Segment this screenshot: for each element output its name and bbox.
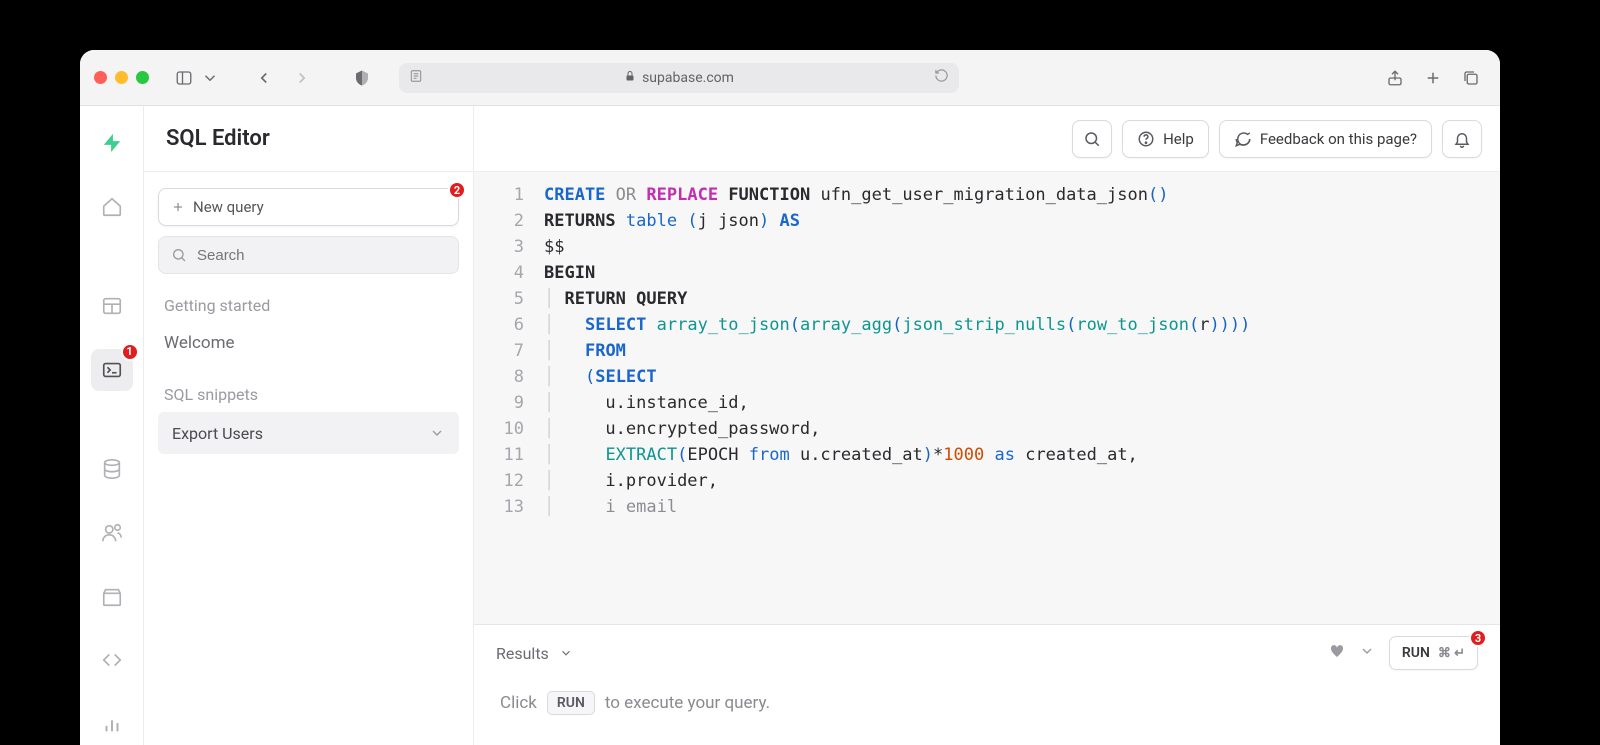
maximize-window[interactable]: [136, 71, 149, 84]
annotation-badge-2: 2: [448, 181, 466, 199]
run-button[interactable]: RUN ⌘ ↵ 3: [1389, 636, 1478, 670]
nav-auth-icon[interactable]: [91, 512, 133, 554]
heart-icon[interactable]: [1329, 643, 1345, 663]
new-query-label: New query: [193, 198, 264, 216]
nav-edge-functions-icon[interactable]: [91, 640, 133, 682]
nav-database-icon[interactable]: [91, 449, 133, 491]
feedback-button[interactable]: Feedback on this page?: [1219, 120, 1432, 158]
supabase-logo-icon[interactable]: [91, 122, 133, 164]
hint-suffix: to execute your query.: [605, 693, 770, 713]
shield-icon[interactable]: [347, 63, 377, 93]
notifications-button[interactable]: [1442, 120, 1482, 158]
feedback-label: Feedback on this page?: [1260, 130, 1417, 148]
new-query-button[interactable]: New query 2: [158, 188, 459, 226]
help-button[interactable]: Help: [1122, 120, 1209, 158]
address-bar[interactable]: supabase.com: [399, 63, 959, 93]
annotation-badge-3: 3: [1469, 629, 1487, 647]
nav-sql-editor-icon[interactable]: 1: [91, 349, 133, 391]
chevron-down-icon[interactable]: [1359, 643, 1375, 663]
chevron-down-icon: [429, 425, 445, 441]
chevron-down-icon[interactable]: [201, 63, 219, 93]
sidebar: SQL Editor New query 2 Getting started W…: [144, 106, 474, 745]
reader-icon: [409, 69, 423, 87]
nav-reports-icon[interactable]: [91, 703, 133, 745]
new-tab-icon[interactable]: [1418, 63, 1448, 93]
code-content[interactable]: CREATE OR REPLACE FUNCTION ufn_get_user_…: [538, 172, 1250, 624]
snippet-export-users[interactable]: Export Users: [158, 412, 459, 454]
sidebar-toggle-icon[interactable]: [169, 63, 199, 93]
results-tab[interactable]: Results: [496, 644, 573, 663]
forward-icon[interactable]: [287, 63, 317, 93]
browser-chrome: supabase.com: [80, 50, 1500, 106]
hint-prefix: Click: [500, 693, 537, 713]
line-gutter: 12345678910111213: [474, 172, 538, 624]
reload-icon[interactable]: [934, 68, 949, 87]
close-window[interactable]: [94, 71, 107, 84]
tabs-icon[interactable]: [1456, 63, 1486, 93]
code-editor[interactable]: 12345678910111213 CREATE OR REPLACE FUNC…: [474, 172, 1500, 624]
run-label: RUN: [1402, 645, 1430, 661]
section-sql-snippets: SQL snippets: [164, 385, 453, 404]
share-icon[interactable]: [1380, 63, 1410, 93]
nav-home-icon[interactable]: [91, 186, 133, 228]
search-input[interactable]: [158, 236, 459, 274]
lock-icon: [624, 70, 636, 86]
back-icon[interactable]: [249, 63, 279, 93]
search-field[interactable]: [197, 247, 446, 264]
nav-rail: 1: [80, 106, 144, 745]
results-panel: Results RUN ⌘ ↵ 3: [474, 624, 1500, 745]
nav-table-editor-icon[interactable]: [91, 285, 133, 327]
welcome-link[interactable]: Welcome: [158, 323, 459, 363]
top-bar: Help Feedback on this page?: [474, 106, 1500, 172]
main-area: Help Feedback on this page? 123456789101…: [474, 106, 1500, 745]
address-text: supabase.com: [642, 70, 734, 86]
annotation-badge-1: 1: [121, 343, 139, 361]
browser-window: supabase.com: [80, 50, 1500, 745]
results-hint: Click RUN to execute your query.: [474, 681, 1500, 745]
help-label: Help: [1163, 130, 1194, 148]
search-button[interactable]: [1072, 120, 1112, 158]
page-title: SQL Editor: [144, 106, 473, 172]
chevron-down-icon: [559, 646, 573, 660]
run-shortcut: ⌘ ↵: [1438, 646, 1465, 661]
snippet-label: Export Users: [172, 424, 263, 443]
section-getting-started: Getting started: [164, 296, 453, 315]
hint-run-chip: RUN: [547, 691, 595, 715]
minimize-window[interactable]: [115, 71, 128, 84]
nav-storage-icon[interactable]: [91, 576, 133, 618]
window-controls: [94, 71, 149, 84]
results-tab-label: Results: [496, 644, 549, 663]
app-body: 1 SQL Editor: [80, 106, 1500, 745]
